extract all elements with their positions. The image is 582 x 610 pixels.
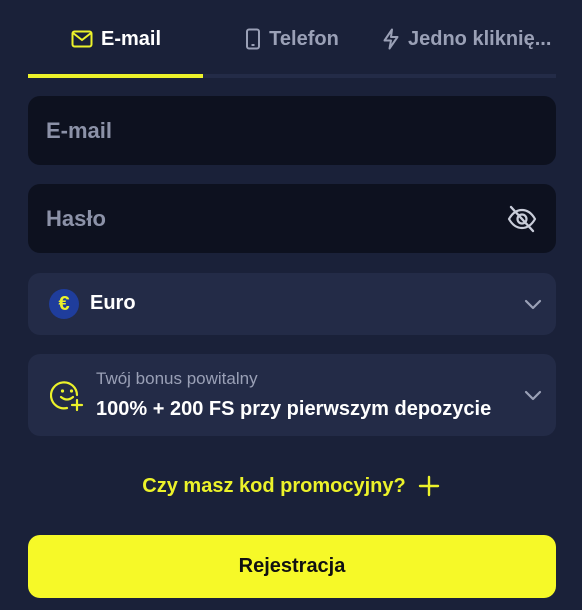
lightning-icon <box>383 28 399 50</box>
plus-icon <box>418 475 439 497</box>
tab-email[interactable]: E-mail <box>28 0 204 78</box>
email-input[interactable] <box>46 117 538 144</box>
bonus-select[interactable]: Twój bonus powitalny 100% + 200 FS przy … <box>28 354 556 436</box>
tab-phone[interactable]: Telefon <box>204 0 380 78</box>
registration-form: E-mail Telefon Jedno kliknię... E-mail €… <box>0 0 582 610</box>
currency-label: Euro <box>90 292 136 314</box>
tab-one-click-label: Jedno kliknię... <box>408 27 552 50</box>
tab-email-label: E-mail <box>100 27 162 50</box>
smiley-plus-icon <box>50 381 84 412</box>
password-field-wrapper <box>28 184 556 253</box>
method-tabs: E-mail Telefon Jedno kliknię... <box>28 0 556 78</box>
mail-icon <box>71 30 93 48</box>
email-field-wrapper <box>28 96 556 165</box>
chevron-down-icon <box>524 299 542 310</box>
tab-phone-label: Telefon <box>269 27 339 50</box>
currency-select[interactable]: € Euro <box>28 273 556 335</box>
bonus-value: 100% + 200 FS przy pierwszym depozycie <box>96 398 492 420</box>
password-input[interactable] <box>46 205 538 232</box>
bonus-caption: Twój bonus powitalny <box>96 369 258 388</box>
promo-code-toggle[interactable]: Czy masz kod promocyjny? <box>0 470 582 502</box>
promo-code-label: Czy masz kod promocyjny? <box>142 474 406 497</box>
currency-symbol: € <box>58 292 70 315</box>
euro-icon: € <box>49 289 79 319</box>
phone-icon <box>246 28 261 50</box>
chevron-down-icon <box>524 390 542 401</box>
eye-off-icon[interactable] <box>506 203 538 235</box>
active-tab-indicator <box>28 74 203 78</box>
register-button[interactable]: Rejestracja <box>28 535 556 598</box>
tab-one-click[interactable]: Jedno kliknię... <box>380 0 556 78</box>
